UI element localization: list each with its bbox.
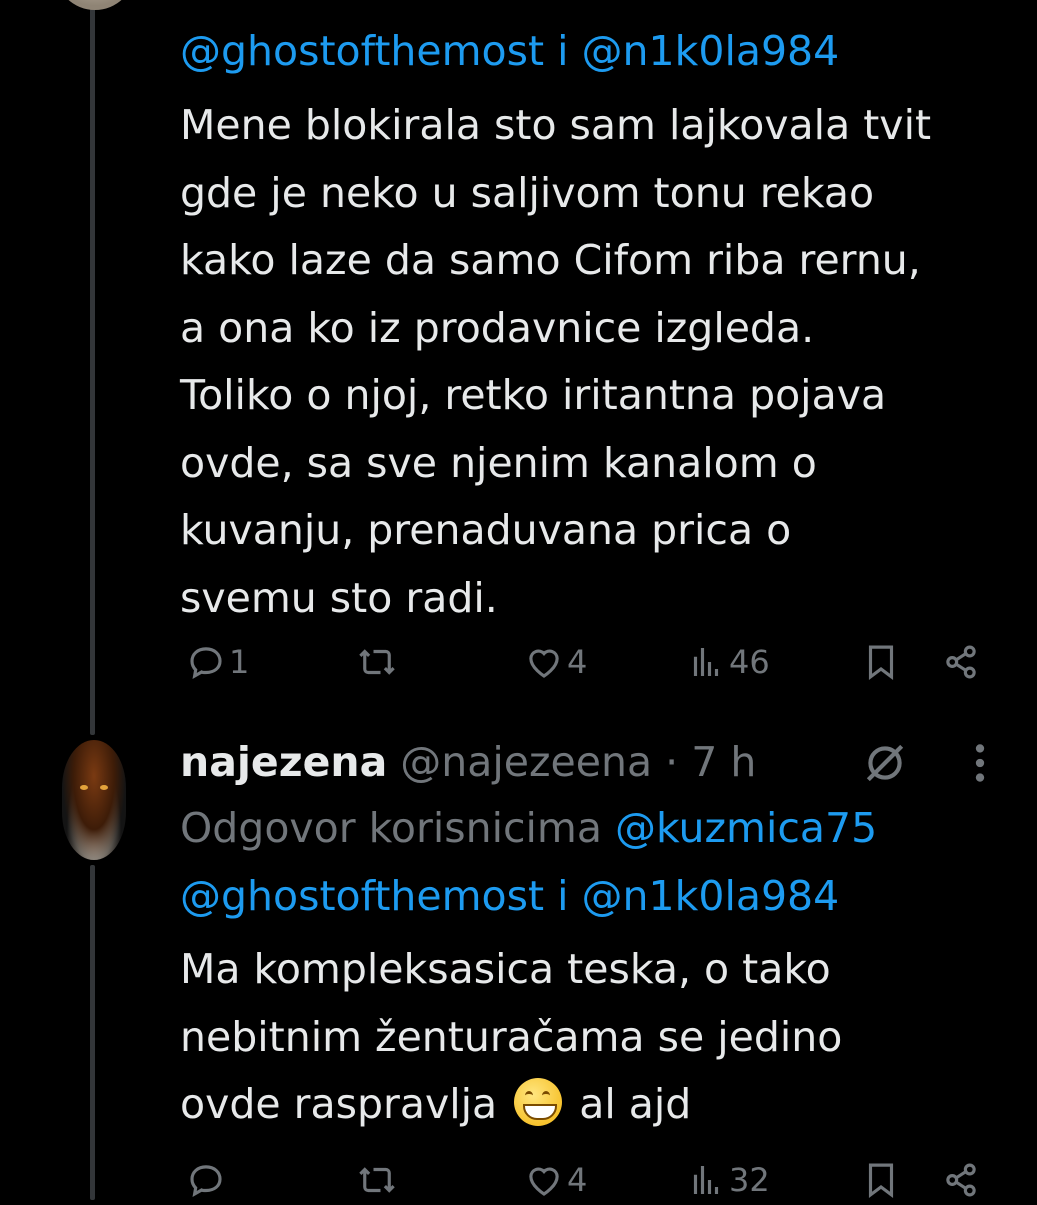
bookmark-button[interactable] <box>860 637 902 687</box>
tweet2-line: nebitnim ženturačama se jedino <box>180 1012 843 1061</box>
views-icon <box>693 1166 719 1194</box>
like-count: 4 <box>567 1161 588 1199</box>
reply-context-line2: @ghostofthemost i @n1k0la984 <box>180 863 877 931</box>
tweet2-line3-start: ovde raspravlja <box>180 1080 511 1128</box>
mention-ghostofthemost[interactable]: @ghostofthemost <box>180 872 544 920</box>
tweet2-action-bar: 4 32 <box>180 1155 1000 1205</box>
tweet1-line: svemu sto radi. <box>180 573 498 622</box>
thread-line-top <box>90 0 95 735</box>
header-separator: · <box>652 738 692 786</box>
tweet2-line: Ma kompleksasica teska, o tako <box>180 945 831 993</box>
tweet1-mentions: @ghostofthemost i @n1k0la984 <box>180 18 839 86</box>
mention-kuzmica75[interactable]: @kuzmica75 <box>615 804 877 852</box>
grok-icon[interactable] <box>860 738 910 792</box>
reply-button[interactable]: 1 <box>185 637 249 687</box>
reply-count: 1 <box>229 643 250 681</box>
avatar-najezena[interactable] <box>62 740 126 860</box>
share-icon <box>946 645 976 679</box>
tweet2-body: Ma kompleksasica teska, o tako nebitnim … <box>180 936 842 1139</box>
like-button[interactable]: 4 <box>523 637 587 687</box>
retweet-icon <box>359 1167 395 1193</box>
heart-icon <box>529 649 559 678</box>
views-count: 46 <box>729 643 770 681</box>
timestamp[interactable]: 7 h <box>691 738 756 786</box>
tweet1-line: kako laze da samo Cifom riba rernu, <box>180 236 921 284</box>
share-button[interactable] <box>940 1155 982 1205</box>
like-count: 4 <box>567 643 588 681</box>
tweet1-body: Mene blokirala sto sam lajkovala tvit gd… <box>180 92 931 632</box>
views-icon <box>693 648 719 676</box>
tweet2-reply-context: Odgovor korisnicima @kuzmica75 @ghostoft… <box>180 795 877 930</box>
reply-icon <box>190 1165 222 1198</box>
mention-n1k0la984[interactable]: @n1k0la984 <box>582 872 840 920</box>
like-button[interactable]: 4 <box>523 1155 587 1205</box>
more-options-icon[interactable] <box>962 738 998 792</box>
tweet1-line: kuvanju, prenaduvana prica o <box>180 506 792 554</box>
mention-conjunction: i <box>544 871 582 920</box>
avatar-previous-user[interactable] <box>55 0 135 10</box>
bookmark-button[interactable] <box>860 1155 902 1205</box>
views-button[interactable]: 32 <box>685 1155 770 1205</box>
tweet2-line3-end: al ajd <box>566 1080 692 1128</box>
bookmark-icon <box>868 645 894 681</box>
display-name[interactable]: najezena <box>180 738 387 786</box>
share-icon <box>946 1163 976 1197</box>
share-button[interactable] <box>940 637 982 687</box>
reply-button[interactable] <box>185 1155 229 1205</box>
tweet1-line: a ona ko iz prodavnice izgleda. <box>180 303 815 352</box>
grinning-emoji-icon <box>514 1078 563 1126</box>
tweet1-line: Mene blokirala sto sam lajkovala tvit <box>180 101 932 149</box>
retweet-icon <box>359 649 395 675</box>
avatar-eye-left <box>80 785 88 790</box>
tweet1-line: ovde, sa sve njenim kanalom o <box>180 438 817 487</box>
tweet1-action-bar: 1 4 46 <box>180 637 1000 687</box>
bookmark-icon <box>868 1163 894 1199</box>
tweet1-line: gde je neko u saljivom tonu rekao <box>180 168 875 217</box>
mention-ghostofthemost[interactable]: @ghostofthemost <box>180 27 544 75</box>
reply-context-line1: Odgovor korisnicima @kuzmica75 <box>180 795 877 863</box>
retweet-button[interactable] <box>356 637 398 687</box>
views-count: 32 <box>729 1161 770 1199</box>
tweet2-line: ovde raspravlja al ajd <box>180 1071 842 1139</box>
handle[interactable]: @najezeena <box>400 738 652 786</box>
tweet2-header: najezena @najezeena · 7 h <box>180 732 756 792</box>
heart-icon <box>529 1167 559 1196</box>
retweet-button[interactable] <box>356 1155 398 1205</box>
mention-conjunction: i <box>544 27 582 75</box>
avatar-eye-right <box>100 785 108 790</box>
thread-line-bottom <box>90 865 95 1200</box>
reply-prefix: Odgovor korisnicima <box>180 804 616 852</box>
views-button[interactable]: 46 <box>685 637 770 687</box>
reply-icon <box>190 647 222 680</box>
tweet1-line: Toliko o njoj, retko iritantna pojava <box>180 371 887 419</box>
mention-n1k0la984[interactable]: @n1k0la984 <box>582 27 840 75</box>
